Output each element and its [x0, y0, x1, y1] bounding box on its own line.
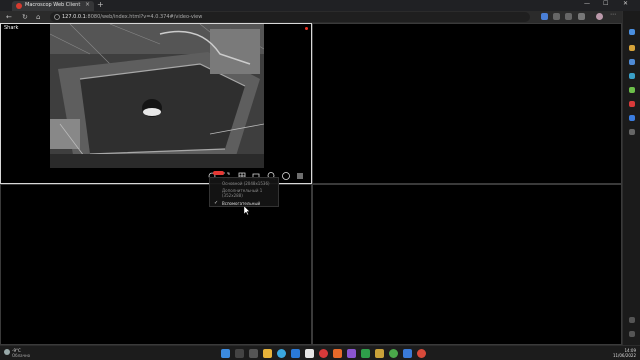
camera-cell-empty-3[interactable]	[0, 184, 312, 345]
url-text: 127.0.0.1:8080/web/index.html?v=4.0.374#…	[62, 14, 203, 20]
camera-cell-shark[interactable]: Shark	[0, 23, 312, 184]
search-icon[interactable]	[629, 29, 635, 35]
file-explorer-icon[interactable]	[263, 349, 272, 358]
system-clock[interactable]: 14:09 11/06/2022	[610, 348, 636, 358]
camera-image	[50, 24, 264, 168]
new-tab-button[interactable]: +	[97, 0, 104, 9]
check-icon: ✓	[214, 200, 219, 206]
address-bar[interactable]: 127.0.0.1:8080/web/index.html?v=4.0.374#…	[50, 12, 530, 22]
maximize-button[interactable]: ☐	[603, 0, 608, 7]
home-button[interactable]: ⌂	[36, 13, 40, 21]
clock-date: 11/06/2022	[612, 353, 636, 358]
ptz-icon[interactable]	[281, 171, 291, 181]
sidebar-layout-icon[interactable]	[629, 317, 635, 323]
browser-sidebar	[622, 11, 640, 345]
quality-option-main[interactable]: Основной (2048x1536)	[222, 181, 270, 186]
camera-video-feed[interactable]	[50, 24, 264, 168]
cloud-icon	[4, 349, 10, 355]
stream-quality-menu: Основной (2048x1536) Дополнительный 1 (3…	[209, 177, 279, 207]
quality-option-auxiliary[interactable]: Вспомогательный	[222, 201, 260, 206]
mouse-cursor-icon	[244, 206, 250, 215]
games-icon[interactable]	[629, 73, 635, 79]
office-icon[interactable]	[629, 87, 635, 93]
collections-icon[interactable]	[565, 13, 572, 20]
profile-avatar[interactable]	[596, 13, 603, 20]
video-grid: Shark Основной (2048x1536) Дополнительны…	[0, 23, 622, 345]
more-menu-icon[interactable]: ⋯	[610, 11, 617, 18]
windows-taskbar: -9°C Облачно 14:09 11/06/2022	[0, 345, 640, 360]
extension-icon[interactable]	[541, 13, 548, 20]
camera-name: Shark	[4, 25, 19, 31]
yandex-icon[interactable]	[319, 349, 328, 358]
recording-indicator	[305, 27, 308, 30]
firefox-icon[interactable]	[333, 349, 342, 358]
menu-icon[interactable]	[295, 171, 305, 181]
reload-button[interactable]: ↻	[22, 13, 28, 21]
camera-cell-empty-4[interactable]	[312, 184, 622, 345]
task-view-icon[interactable]	[249, 349, 258, 358]
app-icon-3[interactable]	[375, 349, 384, 358]
macroscop-taskbar-icon[interactable]	[417, 349, 426, 358]
app-icon-2[interactable]	[347, 349, 356, 358]
tab-close-button[interactable]: ×	[85, 1, 90, 8]
macroscop-favicon-icon	[16, 3, 22, 9]
info-icon[interactable]	[54, 14, 60, 20]
app-icon-1[interactable]	[305, 349, 314, 358]
chrome-icon[interactable]	[389, 349, 398, 358]
weather-desc: Облачно	[12, 353, 31, 358]
taskbar-search-icon[interactable]	[235, 349, 244, 358]
back-button[interactable]: ←	[6, 13, 12, 21]
add-sidebar-icon[interactable]	[629, 129, 635, 135]
quality-option-secondary-resolution: (352x288)	[222, 193, 243, 198]
sidebar-settings-icon[interactable]	[629, 331, 635, 337]
browser-toolbar: ← ↻ ⌂ 127.0.0.1:8080/web/index.html?v=4.…	[0, 11, 622, 23]
outlook-icon[interactable]	[629, 101, 635, 107]
drop-icon[interactable]	[629, 115, 635, 121]
close-window-button[interactable]: ✕	[623, 0, 628, 7]
edge-icon[interactable]	[277, 349, 286, 358]
favorites-icon[interactable]	[553, 13, 560, 20]
split-screen-icon[interactable]	[578, 13, 585, 20]
tools-icon[interactable]	[629, 59, 635, 65]
windows-start-icon[interactable]	[221, 349, 230, 358]
browser-tab[interactable]: Macroscop Web Client ×	[12, 1, 94, 11]
quality-badge	[213, 171, 224, 175]
browser-tab-bar: Macroscop Web Client × + — ☐ ✕	[0, 0, 640, 11]
store-icon[interactable]	[291, 349, 300, 358]
app-icon-4[interactable]	[403, 349, 412, 358]
shopping-icon[interactable]	[629, 45, 635, 51]
camera-cell-empty-2[interactable]	[312, 23, 622, 184]
minimize-button[interactable]: —	[584, 0, 590, 7]
tab-title: Macroscop Web Client	[25, 2, 81, 8]
excel-icon[interactable]	[361, 349, 370, 358]
